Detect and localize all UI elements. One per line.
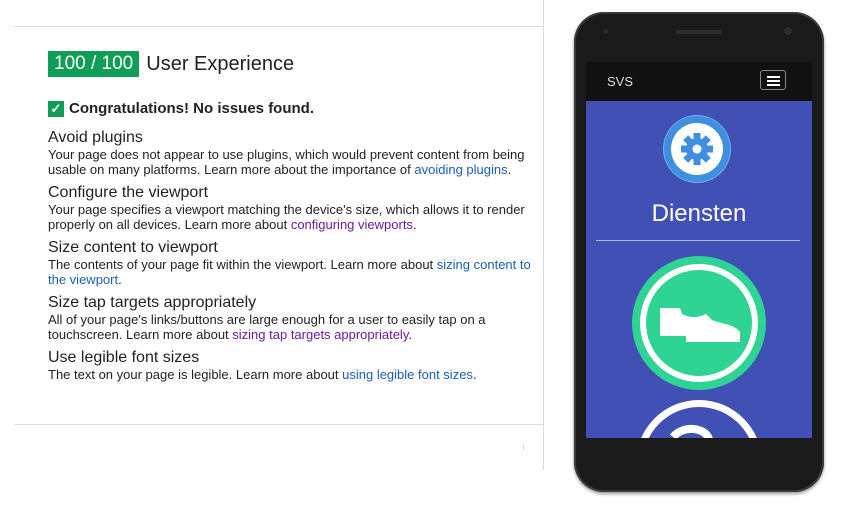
services-heading: Diensten [651, 200, 747, 227]
gear-icon-circle [671, 123, 723, 175]
phone-camera [784, 27, 792, 35]
phone-screen: SVS Diensten [586, 62, 812, 438]
rule-text: Your page specifies a viewport matching … [48, 202, 525, 232]
score-title: User Experience [146, 52, 295, 75]
rule-text: The contents of your page fit within the… [48, 257, 531, 287]
rule-size-content: Size content to viewport The contents of… [48, 238, 538, 287]
shoe-service-tile[interactable] [632, 256, 766, 390]
rule-text: The text on your page is legible. Learn … [48, 367, 477, 382]
rule-tap-targets: Size tap targets appropriately All of yo… [48, 293, 538, 342]
rule-link[interactable]: sizing tap targets appropriately [232, 327, 408, 342]
rule-title: Use legible font sizes [48, 349, 200, 366]
score-header: 100 / 100 User Experience [48, 51, 294, 77]
site-brand[interactable]: SVS [607, 74, 633, 89]
rule-title: Size tap targets appropriately [48, 294, 257, 311]
next-service-tile[interactable] [636, 400, 762, 438]
bottom-divider [14, 424, 543, 425]
vertical-divider [543, 0, 544, 470]
summary-text: Congratulations! No issues found. [69, 100, 315, 117]
menu-icon[interactable] [760, 70, 786, 90]
rules-list: Avoid plugins Your page does not appear … [48, 128, 538, 388]
scroll-hint [523, 444, 524, 450]
rule-link[interactable]: using legible font sizes [342, 367, 473, 382]
rule-title: Size content to viewport [48, 239, 218, 256]
rule-link[interactable]: configuring viewports [291, 217, 413, 232]
service-icon [669, 425, 713, 438]
rule-avoid-plugins: Avoid plugins Your page does not appear … [48, 128, 538, 177]
phone-sensor [603, 29, 608, 34]
rule-configure-viewport: Configure the viewport Your page specifi… [48, 183, 538, 232]
rule-text: Your page does not appear to use plugins… [48, 147, 525, 177]
checkmark-icon: ✓ [48, 100, 64, 117]
rule-link[interactable]: avoiding plugins [414, 162, 507, 177]
site-navbar: SVS [586, 62, 812, 101]
phone-speaker [676, 30, 722, 34]
summary: ✓ Congratulations! No issues found. [48, 100, 314, 117]
top-divider [14, 26, 543, 27]
services-divider [596, 240, 800, 241]
shoe-icon [660, 308, 740, 342]
gear-icon [681, 133, 713, 165]
rule-title: Configure the viewport [48, 184, 209, 201]
rule-text: All of your page's links/buttons are lar… [48, 312, 486, 342]
services-badge [664, 116, 730, 182]
score-badge: 100 / 100 [48, 51, 140, 77]
rule-legible-fonts: Use legible font sizes The text on your … [48, 348, 538, 382]
rule-title: Avoid plugins [48, 129, 143, 146]
